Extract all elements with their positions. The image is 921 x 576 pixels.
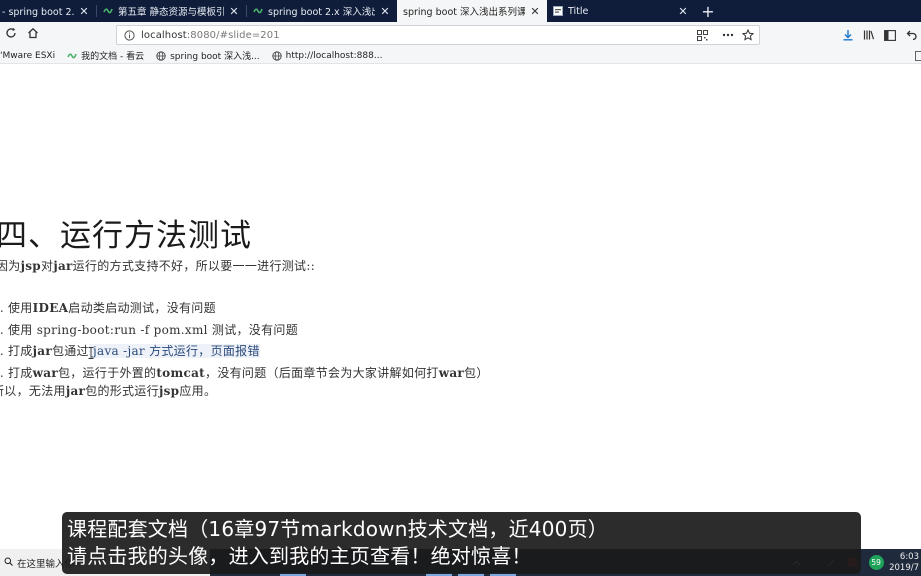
item-text: ，没有问题（后面章节会为大家讲解如何打 (205, 365, 439, 380)
search-icon (4, 557, 13, 569)
item-keyword: IDEA (32, 301, 69, 315)
globe-icon (156, 50, 166, 61)
more-actions-icon[interactable] (719, 26, 737, 44)
url-host: localhost (141, 29, 187, 41)
bookmark-label: http://localhost:888... (285, 50, 383, 61)
tray-badge[interactable]: 59 (863, 549, 889, 576)
html-file-icon (553, 6, 563, 16)
item-text: 包） (464, 365, 489, 380)
intro-keyword: jar (53, 259, 73, 273)
undo-icon[interactable] (900, 25, 921, 45)
close-icon[interactable]: ✕ (529, 5, 541, 18)
conclusion-text: 应用。 (179, 384, 217, 398)
item-text: 使用 spring-boot:run -f pom.xml 测试，没有问题 (8, 322, 299, 337)
close-icon[interactable]: ✕ (228, 5, 240, 18)
bookmark-label: 'Mware ESXi (0, 50, 56, 61)
list-item: 1.使用IDEA启动类启动测试，没有问题 (0, 298, 489, 320)
tab-label: spring boot 2.x 深入浅出系列 (268, 7, 375, 18)
list-item: 2.使用 spring-boot:run -f pom.xml 测试，没有问题 (0, 320, 489, 342)
item-keyword: jar (32, 344, 52, 358)
item-keyword: tomcat (156, 365, 206, 380)
item-text: 包，运行于外置的 (57, 365, 157, 380)
tab-label: 第五章 静态资源与模板引擎的 (118, 7, 224, 18)
bookmark-vmware-esxi[interactable]: 'Mware ESXi (0, 51, 55, 61)
list-number: 1. (0, 301, 5, 315)
reload-icon (5, 27, 17, 43)
tab-title[interactable]: Title ✕ (547, 0, 695, 22)
intro-text: 因为 (0, 259, 21, 273)
toolbar-right (837, 25, 921, 45)
item-keyword: war (32, 365, 58, 380)
new-tab-button[interactable]: + (695, 0, 721, 22)
item-text: 打成 (8, 365, 33, 380)
slide-conclusion: 所以，无法用jar包的形式运行jsp应用。 (0, 382, 216, 399)
item-text: 打成 (8, 344, 33, 358)
intro-keyword: jsp (20, 259, 41, 273)
tab-spring-boot-deep[interactable]: - spring boot 2.x 深 ✕ (0, 0, 96, 22)
item-text: 启动类启动测试，没有问题 (68, 301, 216, 315)
close-icon[interactable]: ✕ (78, 5, 90, 18)
bookmarks-overflow-icon[interactable] (915, 51, 921, 61)
list-number: 2. (0, 322, 5, 337)
text-cursor-icon (88, 347, 94, 362)
download-icon[interactable] (837, 25, 858, 45)
bookmark-localhost[interactable]: http://localhost:888... (272, 50, 383, 61)
sidebar-icon[interactable] (879, 25, 900, 45)
subtitle-line-1: 课程配套文档（16章97节markdown技术文档，近400页） (67, 517, 608, 541)
tab-spring-boot-course-active[interactable]: spring boot 深入浅出系列课程 - E ✕ (397, 0, 547, 22)
close-icon[interactable]: ✕ (677, 5, 689, 18)
home-button[interactable] (22, 24, 44, 46)
item-text: 使用 (8, 301, 33, 315)
address-bar[interactable]: localhost:8080/#slide=201 (116, 25, 760, 45)
kanyun-icon (253, 6, 263, 16)
item-keyword: war (438, 365, 465, 380)
tab-label: spring boot 深入浅出系列课程 - E (403, 7, 525, 18)
tab-label: - spring boot 2.x 深 (2, 7, 74, 18)
list-number: 4. (0, 365, 5, 380)
url-path: :8080/#slide=201 (186, 29, 280, 41)
slide-intro: 因为jsp对jar运行的方式支持不好，所以要一一进行测试:: (0, 257, 315, 274)
kanyun-icon (67, 51, 77, 61)
globe-icon (272, 50, 282, 61)
library-icon[interactable] (858, 25, 879, 45)
conclusion-keyword: jar (65, 384, 86, 398)
home-icon (27, 27, 39, 43)
taskbar-clock[interactable]: 6:03 2019/7 (889, 552, 921, 574)
item-text: 包通过 (51, 344, 89, 358)
url-text[interactable]: localhost:8080/#slide=201 (141, 30, 693, 41)
tab-chapter-five[interactable]: 第五章 静态资源与模板引擎的 ✕ (97, 0, 246, 22)
bookmarks-bar: 'Mware ESXi 我的文档 - 看云 spring boot 深入浅...… (0, 48, 921, 64)
kanyun-icon (103, 6, 113, 16)
qr-code-icon[interactable] (693, 26, 711, 44)
intro-text: 对 (41, 259, 54, 273)
intro-text: 运行的方式支持不好，所以要一一进行测试:: (72, 259, 316, 273)
list-item: 4.打成war包，运行于外置的tomcat，没有问题（后面章节会为大家讲解如何打… (0, 363, 489, 385)
navigation-bar: localhost:8080/#slide=201 (0, 22, 921, 48)
tray-badge-count: 59 (868, 555, 884, 570)
conclusion-text: 包的形式运行 (85, 384, 159, 398)
bookmark-kanyun-docs[interactable]: 我的文档 - 看云 (67, 49, 144, 62)
subtitle-line-2: 请点击我的头像，进入到我的主页查看！绝对惊喜！ (67, 544, 532, 568)
bookmark-star-icon[interactable] (739, 26, 757, 44)
tab-label: Title (568, 5, 589, 17)
bookmark-label: spring boot 深入浅... (170, 52, 260, 62)
tab-strip: - spring boot 2.x 深 ✕ 第五章 静态资源与模板引擎的 ✕ s… (0, 0, 921, 22)
video-subtitle-overlay: 课程配套文档（16章97节markdown技术文档，近400页） 请点击我的头像… (62, 512, 861, 574)
bookmark-spring-boot[interactable]: spring boot 深入浅... (156, 49, 260, 62)
close-icon[interactable]: ✕ (379, 5, 391, 18)
test-method-list: 1.使用IDEA启动类启动测试，没有问题 2.使用 spring-boot:ru… (0, 298, 489, 384)
slide-title: 四、运行方法测试 (0, 218, 252, 254)
list-number: 3. (0, 344, 5, 358)
bookmark-label: 我的文档 - 看云 (81, 52, 145, 62)
list-item: 3.打成jar包通过 java -jar 方式运行，页面报错 (0, 341, 489, 363)
tab-spring-boot-series[interactable]: spring boot 2.x 深入浅出系列 ✕ (247, 0, 397, 22)
reload-button[interactable] (0, 24, 22, 46)
conclusion-text: 所以，无法用 (0, 384, 66, 398)
conclusion-keyword: jsp (158, 384, 180, 398)
item-highlight: java -jar 方式运行，页面报错 (88, 344, 260, 358)
slide-content: 四、运行方法测试 因为jsp对jar运行的方式支持不好，所以要一一进行测试:: … (0, 64, 921, 576)
clock-time: 6:03 (899, 551, 919, 562)
clock-date: 2019/7 (889, 562, 919, 573)
info-icon[interactable] (121, 27, 137, 43)
